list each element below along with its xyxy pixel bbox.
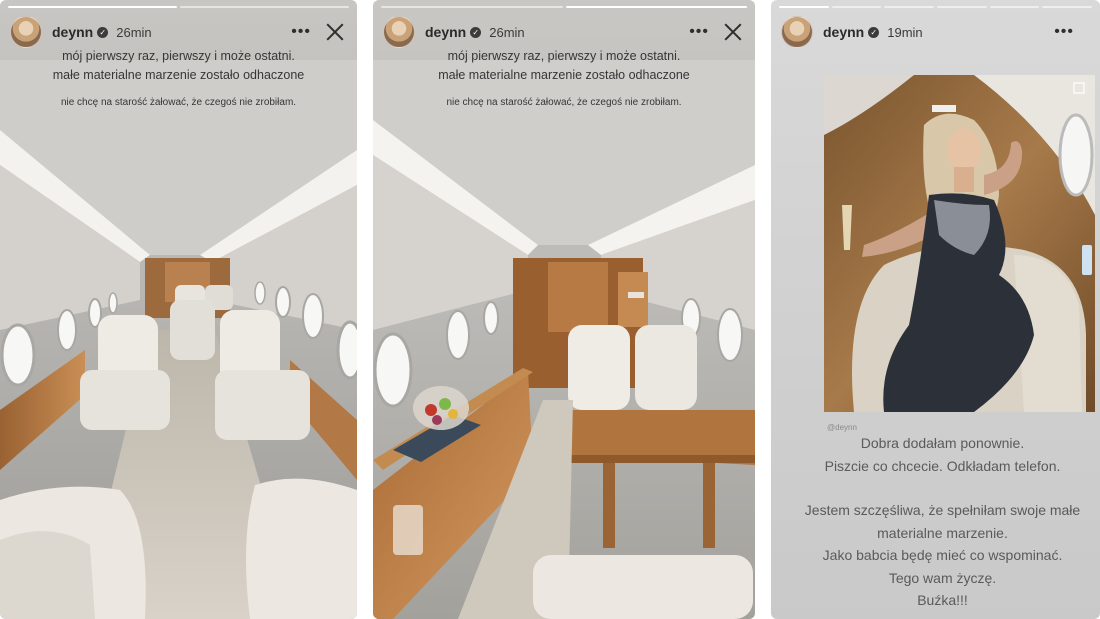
caption-line: mój pierwszy raz, pierwszy i może ostatn… xyxy=(447,49,681,63)
progress-segment xyxy=(1042,6,1093,8)
jet-cabin-photo xyxy=(0,0,357,619)
progress-segment xyxy=(779,6,829,8)
close-icon[interactable] xyxy=(325,22,345,42)
story-panel-1[interactable]: deynn ✓ 26min ••• mój pierwszy raz, pier… xyxy=(0,0,357,619)
post-time: 19min xyxy=(887,24,923,40)
username[interactable]: deynn xyxy=(823,24,864,40)
jet-cabin-photo xyxy=(373,0,755,619)
story-progress-bar xyxy=(779,6,1093,8)
story-panel-2[interactable]: deynn ✓ 26min ••• mój pierwszy raz, pier… xyxy=(373,0,755,619)
story-text: Dobra dodałam ponownie. Piszcie co chcec… xyxy=(785,432,1100,612)
text-line: Buźka!!! xyxy=(917,592,968,608)
more-horizontal-icon[interactable]: ••• xyxy=(291,24,311,40)
progress-segment xyxy=(989,6,1040,8)
verified-badge-icon: ✓ xyxy=(97,26,109,38)
story-sub-caption: nie chcę na starość żałować, że czegoś n… xyxy=(446,97,682,108)
post-author-handle[interactable]: @deynn xyxy=(827,423,857,432)
caption-line: małe materialne marzenie zostało odhaczo… xyxy=(438,68,690,82)
progress-segment xyxy=(180,6,349,8)
story-caption: mój pierwszy raz, pierwszy i może ostatn… xyxy=(0,47,357,85)
avatar[interactable] xyxy=(781,16,813,48)
story-header: deynn ✓ 19min ••• xyxy=(781,15,1088,49)
progress-segment xyxy=(565,6,747,8)
progress-segment xyxy=(937,6,987,8)
text-line: Jestem szczęśliwa, że spełniłam swoje ma… xyxy=(804,502,1081,518)
post-time: 26min xyxy=(116,24,152,40)
verified-badge-icon: ✓ xyxy=(868,26,880,38)
progress-segment xyxy=(381,6,563,8)
progress-segment xyxy=(8,6,177,8)
more-horizontal-icon[interactable]: ••• xyxy=(1054,24,1074,40)
progress-segment xyxy=(884,6,935,8)
avatar[interactable] xyxy=(10,16,42,48)
story-panel-3[interactable]: deynn ✓ 19min ••• @deynn Dobra dodałam p… xyxy=(771,0,1100,619)
text-line: Jako babcia będę mieć co wspominać. xyxy=(822,547,1063,563)
story-caption: mój pierwszy raz, pierwszy i może ostatn… xyxy=(373,47,755,85)
text-line: Piszcie co chcecie. Odkładam telefon. xyxy=(824,457,1061,474)
more-horizontal-icon[interactable]: ••• xyxy=(689,24,709,40)
avatar[interactable] xyxy=(383,16,415,48)
story-header: deynn ✓ 26min ••• xyxy=(383,15,743,49)
text-line: Dobra dodałam ponownie. xyxy=(860,435,1025,451)
caption-line: małe materialne marzenie zostało odhaczo… xyxy=(52,68,305,82)
verified-badge-icon: ✓ xyxy=(470,26,482,38)
close-icon[interactable] xyxy=(723,22,743,42)
shared-post-photo[interactable] xyxy=(824,75,1095,412)
story-progress-bar xyxy=(8,6,349,8)
story-progress-bar xyxy=(381,6,747,8)
username[interactable]: deynn xyxy=(52,24,93,40)
story-header: deynn ✓ 26min ••• xyxy=(10,15,345,49)
username[interactable]: deynn xyxy=(425,24,466,40)
text-line: materialne marzenie. xyxy=(877,524,1008,541)
text-line: Tego wam życzę. xyxy=(888,569,997,586)
story-sub-caption: nie chcę na starość żałować, że czegoś n… xyxy=(60,97,297,108)
progress-segment xyxy=(831,6,882,8)
text-spacer xyxy=(785,477,1100,499)
caption-line: mój pierwszy raz, pierwszy i może ostatn… xyxy=(62,49,295,63)
post-time: 26min xyxy=(489,24,525,40)
